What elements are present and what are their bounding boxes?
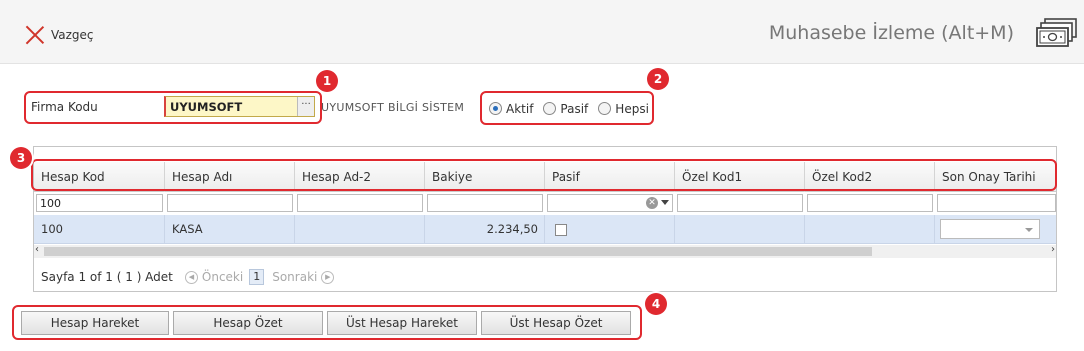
- pasif-checkbox[interactable]: [555, 223, 567, 236]
- pager: Sayfa 1 of 1 ( 1 ) Adet ◀ Önceki 1 Sonra…: [41, 269, 338, 285]
- scroll-left-icon[interactable]: ‹: [35, 244, 39, 255]
- pager-next-label: Sonraki: [272, 270, 318, 284]
- chevron-down-icon[interactable]: [661, 200, 669, 205]
- filter-pasif-select[interactable]: ✕: [547, 194, 673, 212]
- callout-outline-4: [12, 305, 642, 340]
- callout-badge-4: 4: [645, 293, 667, 315]
- clear-icon[interactable]: ✕: [646, 197, 658, 209]
- grid-filter-row: ✕: [34, 192, 1056, 214]
- filter-hesap-ad2-input[interactable]: [297, 194, 423, 212]
- cell-son-onay: [935, 215, 1056, 244]
- cell-ozel-kod1: [675, 215, 805, 244]
- table-row[interactable]: 100 KASA 2.234,50: [34, 215, 1056, 244]
- cancel-label: Vazgeç: [51, 28, 94, 42]
- cell-pasif: [545, 215, 675, 244]
- close-icon: [25, 25, 45, 45]
- company-name: UYUMSOFT BİLGİ SİSTEM: [321, 101, 465, 114]
- filter-ozel-kod2-input[interactable]: [807, 194, 933, 212]
- horizontal-scrollbar[interactable]: ‹ ›: [34, 244, 1056, 258]
- cancel-button[interactable]: Vazgeç: [25, 25, 94, 45]
- callout-outline-2: [480, 91, 654, 125]
- filter-hesap-kod-input[interactable]: [36, 194, 163, 212]
- pager-prev-button[interactable]: ◀ Önceki: [181, 270, 243, 284]
- pager-next-button[interactable]: Sonraki ▶: [272, 270, 338, 284]
- arrow-left-icon: ◀: [184, 270, 198, 284]
- filter-bakiye-input[interactable]: [427, 194, 543, 212]
- callout-badge-2: 2: [647, 68, 669, 90]
- cell-hesap-ad2: [295, 215, 425, 244]
- callout-outline-1: [24, 91, 322, 124]
- filter-hesap-adi-input[interactable]: [167, 194, 293, 212]
- cell-hesap-adi: KASA: [165, 215, 295, 244]
- filter-ozel-kod1-input[interactable]: [677, 194, 803, 212]
- pager-prev-label: Önceki: [201, 270, 244, 284]
- son-onay-date-select[interactable]: [940, 219, 1040, 239]
- cell-ozel-kod2: [805, 215, 935, 244]
- scrollbar-thumb[interactable]: [44, 247, 872, 256]
- cell-bakiye: 2.234,50: [425, 215, 545, 244]
- pager-page-number[interactable]: 1: [249, 269, 265, 285]
- callout-outline-3: [31, 159, 1057, 191]
- money-stack-icon: [1036, 18, 1077, 47]
- page-title: Muhasebe İzleme (Alt+M): [768, 22, 1014, 44]
- scroll-right-icon[interactable]: ›: [1051, 244, 1055, 255]
- arrow-right-icon: ▶: [321, 270, 335, 284]
- callout-badge-3: 3: [10, 147, 32, 169]
- filter-son-onay-input[interactable]: [937, 194, 1056, 212]
- callout-badge-1: 1: [316, 70, 338, 92]
- toolbar-header: Vazgeç Muhasebe İzleme (Alt+M): [0, 0, 1084, 64]
- pager-summary: Sayfa 1 of 1 ( 1 ) Adet: [41, 270, 173, 284]
- cell-hesap-kod: 100: [34, 215, 165, 244]
